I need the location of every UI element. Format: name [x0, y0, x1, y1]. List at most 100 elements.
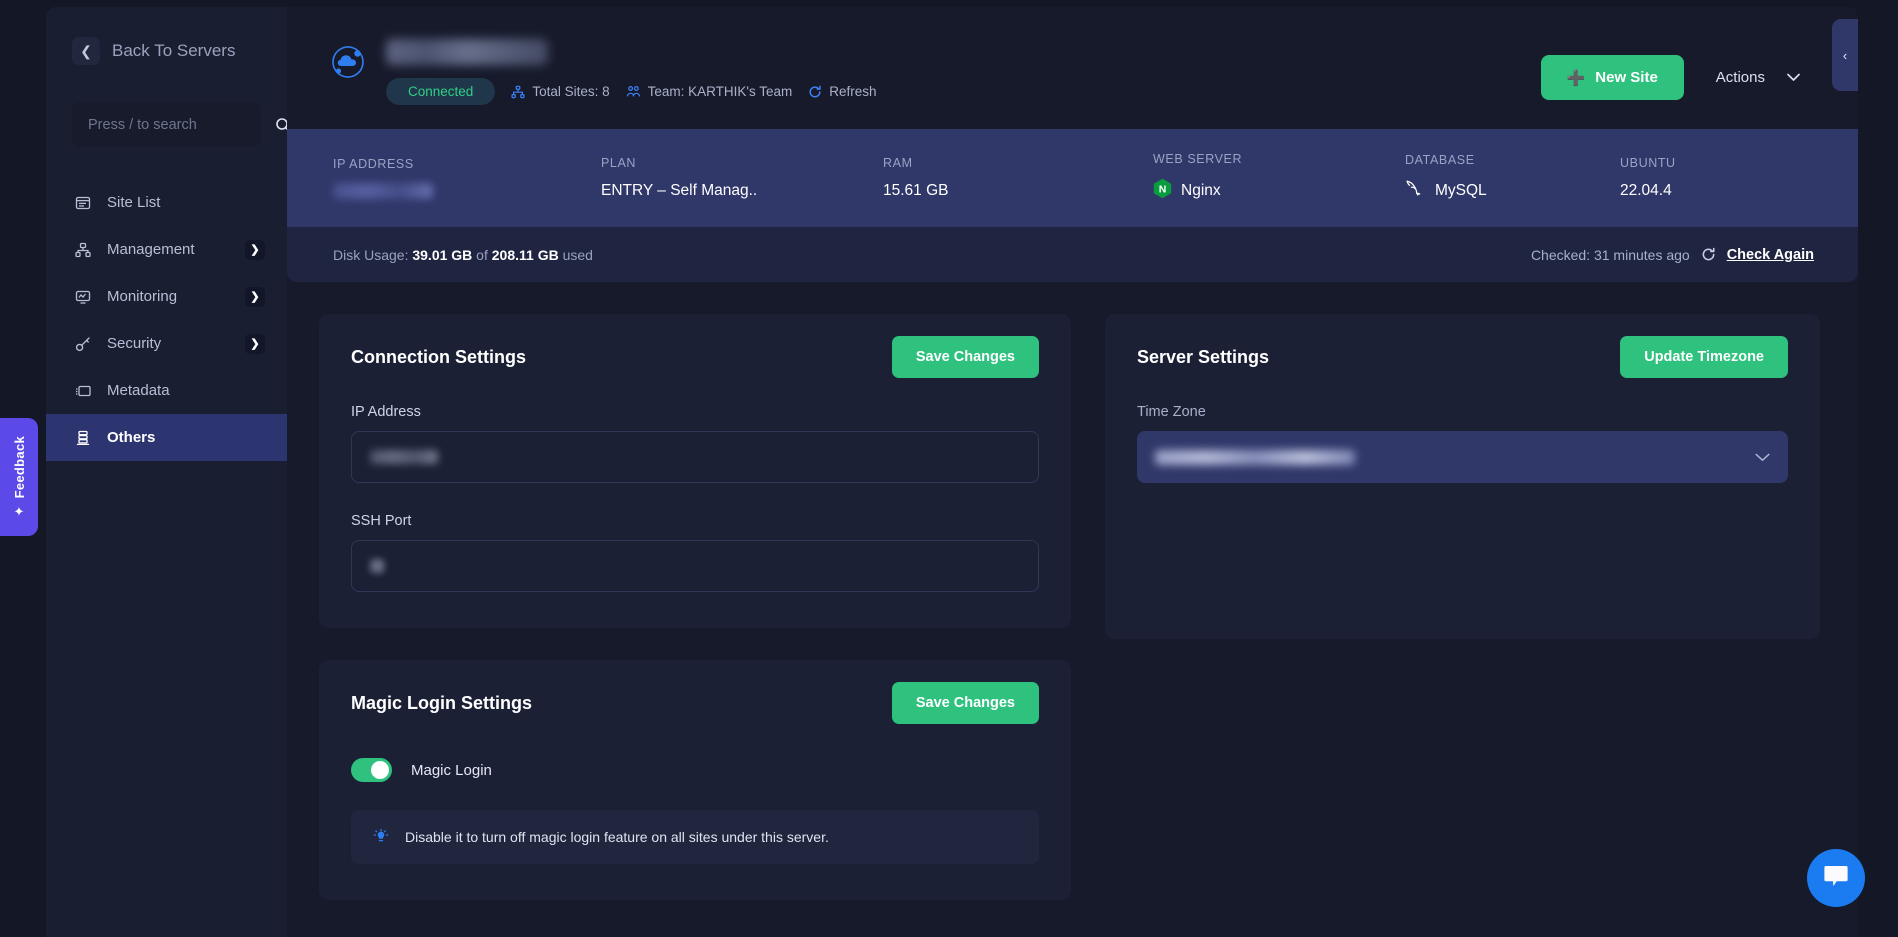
nginx-icon: N: [1153, 178, 1172, 204]
info-value-row: MySQL: [1405, 179, 1620, 203]
info-key: UBUNTU: [1620, 156, 1676, 170]
disk-prefix: Disk Usage:: [333, 246, 413, 263]
sidebar-item-label: Site List: [107, 194, 161, 211]
connection-save-changes-button[interactable]: Save Changes: [891, 336, 1039, 378]
redacted-timezone-value: [1155, 449, 1355, 465]
sidebar-item-monitoring[interactable]: Monitoring ❯: [46, 273, 287, 320]
server-meta-row: Connected Total Sites: 8 Team: KARTHIK's…: [386, 78, 877, 105]
toggle-knob: [371, 761, 389, 779]
team-info: Team: KARTHIK's Team: [626, 84, 793, 99]
sites-icon: [511, 85, 525, 99]
refresh-button[interactable]: Refresh: [808, 84, 877, 99]
magic-login-settings-card: Magic Login Settings Save Changes Magic …: [319, 660, 1071, 900]
card-header: Magic Login Settings Save Changes: [319, 660, 1071, 746]
info-plan: PLAN ENTRY – Self Manag..: [601, 156, 883, 200]
connection-settings-card: Connection Settings Save Changes IP Addr…: [319, 314, 1071, 628]
status-badge: Connected: [386, 78, 496, 105]
total-sites-info: Total Sites: 8: [511, 84, 610, 99]
info-web-server: WEB SERVER N Nginx: [1153, 152, 1405, 204]
card-title: Magic Login Settings: [351, 692, 533, 713]
main-content: Connected Total Sites: 8 Team: KARTHIK's…: [287, 7, 1858, 937]
info-value: [333, 183, 601, 199]
card-title: Server Settings: [1137, 346, 1270, 367]
monitoring-icon: [74, 288, 91, 305]
disk-suffix: used: [558, 246, 593, 263]
card-title: Connection Settings: [351, 346, 526, 367]
feedback-tab[interactable]: Feedback ✦: [0, 418, 38, 536]
card-body: Magic Login Disable it to turn off magic…: [319, 746, 1071, 900]
chat-widget-button[interactable]: [1807, 849, 1865, 907]
disk-checked-time: Checked: 31 minutes ago: [1530, 246, 1690, 263]
chevron-right-icon[interactable]: ❯: [245, 333, 265, 354]
plus-icon: ➕: [1566, 69, 1586, 87]
actions-dropdown-button[interactable]: Actions: [1695, 55, 1820, 100]
sidebar-item-label: Security: [107, 335, 162, 352]
info-key: RAM: [883, 156, 913, 170]
time-zone-select[interactable]: [1137, 431, 1788, 483]
sidebar-item-security[interactable]: Security ❯: [46, 320, 287, 367]
refresh-label: Refresh: [829, 84, 877, 99]
right-column: Server Settings Update Timezone Time Zon…: [1105, 314, 1820, 639]
sidebar-nav: Site List Management ❯ Monitoring ❯ Secu…: [46, 179, 287, 461]
actions-label: Actions: [1715, 69, 1765, 86]
sidebar-item-label: Management: [107, 241, 195, 258]
magic-login-note: Disable it to turn off magic login featu…: [351, 810, 1039, 864]
search-box[interactable]: [72, 102, 291, 147]
card-body: Time Zone: [1105, 400, 1820, 639]
card-spacer: [1137, 483, 1788, 603]
chevron-down-icon: [1755, 450, 1770, 465]
time-zone-label: Time Zone: [1137, 404, 1206, 420]
server-header: Connected Total Sites: 8 Team: KARTHIK's…: [287, 7, 1858, 129]
app-shell: ❮ Back To Servers Site List: [46, 7, 1858, 937]
info-value: 15.61 GB: [883, 182, 949, 199]
info-value: ENTRY – Self Manag..: [601, 182, 758, 199]
info-value-row: N Nginx: [1153, 178, 1405, 204]
back-to-servers-button[interactable]: ❮ Back To Servers: [72, 37, 287, 65]
update-timezone-button[interactable]: Update Timezone: [1620, 336, 1788, 378]
magic-login-toggle-label: Magic Login: [411, 761, 492, 779]
metadata-icon: [74, 382, 91, 399]
sidebar-item-management[interactable]: Management ❯: [46, 226, 287, 273]
sidebar-item-metadata[interactable]: Metadata: [46, 367, 287, 414]
server-icon: [74, 429, 91, 446]
redacted-ip-value: [333, 183, 433, 199]
redacted-ssh-port-value: [370, 559, 384, 573]
magic-login-save-changes-button[interactable]: Save Changes: [891, 682, 1039, 724]
site-list-icon: [74, 194, 91, 211]
magic-login-toggle[interactable]: [351, 758, 392, 782]
info-value: 22.04.4: [1620, 182, 1672, 199]
sidebar-item-site-list[interactable]: Site List: [46, 179, 287, 226]
team-label: Team: KARTHIK's Team: [647, 84, 793, 99]
chevron-right-icon[interactable]: ❯: [245, 239, 265, 260]
collapse-panel-handle[interactable]: ‹: [1832, 19, 1858, 91]
ssh-port-input[interactable]: [351, 540, 1039, 592]
sidebar-item-label: Monitoring: [107, 288, 178, 305]
redacted-ip-input-value: [370, 450, 438, 464]
search-input[interactable]: [88, 116, 275, 133]
info-ram: RAM 15.61 GB: [883, 156, 1153, 200]
web-server-name: Nginx: [1181, 182, 1221, 199]
new-site-button[interactable]: ➕ New Site: [1540, 55, 1684, 100]
lightbulb-icon: [373, 829, 389, 845]
server-info-strip: IP ADDRESS PLAN ENTRY – Self Manag.. RAM…: [287, 129, 1858, 227]
card-body: IP Address SSH Port: [319, 400, 1071, 628]
info-key: DATABASE: [1405, 153, 1475, 167]
sparkle-icon: ✦: [13, 503, 25, 519]
field-spacer: [351, 483, 1039, 513]
magic-login-note-text: Disable it to turn off magic login featu…: [405, 829, 829, 845]
settings-area: Connection Settings Save Changes IP Addr…: [287, 282, 1858, 900]
check-again-link[interactable]: Check Again: [1727, 247, 1814, 263]
sidebar-item-label: Others: [107, 429, 156, 446]
sidebar-item-others[interactable]: Others: [46, 414, 287, 461]
card-header: Connection Settings Save Changes: [319, 314, 1071, 400]
mysql-dolphin-icon: [1405, 179, 1426, 203]
info-ubuntu: UBUNTU 22.04.4: [1620, 156, 1676, 200]
disk-mid: of: [472, 246, 492, 263]
chevron-down-icon: [1787, 69, 1800, 86]
chevron-right-icon[interactable]: ❯: [245, 286, 265, 307]
card-header: Server Settings Update Timezone: [1105, 314, 1820, 400]
disk-usage-bar: Disk Usage: 39.01 GB of 208.11 GB used C…: [287, 227, 1858, 282]
ssh-port-label: SSH Port: [351, 513, 412, 529]
disk-check-group: Checked: 31 minutes ago Check Again: [1531, 247, 1814, 263]
ip-address-input[interactable]: [351, 431, 1039, 483]
